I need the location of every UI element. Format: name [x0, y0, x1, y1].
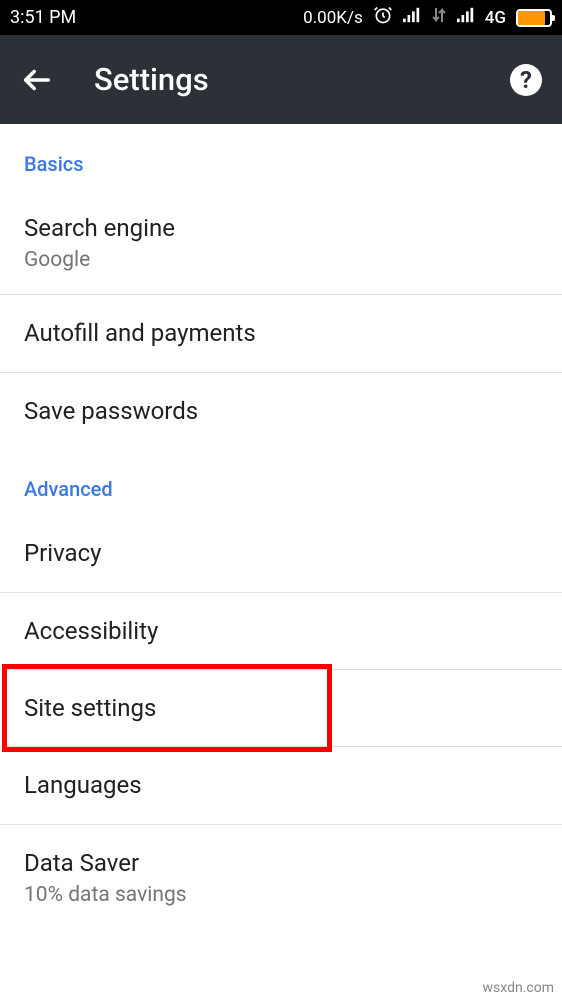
row-data-saver[interactable]: Data Saver 10% data savings — [0, 825, 562, 929]
help-icon: ? — [520, 66, 532, 94]
row-site-settings[interactable]: Site settings — [0, 670, 562, 747]
row-title: Languages — [24, 769, 538, 801]
row-languages[interactable]: Languages — [0, 747, 562, 824]
data-arrows-icon — [431, 6, 447, 29]
status-icons: 0.00K/s 4G — [303, 5, 552, 30]
row-accessibility[interactable]: Accessibility — [0, 593, 562, 670]
row-title: Data Saver — [24, 847, 538, 879]
row-title: Accessibility — [24, 615, 538, 647]
row-save-passwords[interactable]: Save passwords — [0, 373, 562, 449]
watermark: wsxdn.com — [483, 980, 554, 996]
clock-time: 3:51 PM — [10, 7, 76, 28]
row-title: Save passwords — [24, 395, 538, 427]
help-button[interactable]: ? — [510, 64, 542, 96]
row-title: Autofill and payments — [24, 317, 538, 349]
back-button[interactable] — [20, 63, 54, 97]
row-autofill-payments[interactable]: Autofill and payments — [0, 295, 562, 372]
row-title: Privacy — [24, 537, 538, 569]
page-title: Settings — [94, 61, 209, 98]
section-header-basics: Basics — [0, 124, 562, 190]
row-subtitle: Google — [24, 248, 538, 272]
row-title: Search engine — [24, 212, 538, 244]
app-bar: Settings ? — [0, 35, 562, 124]
network-speed: 0.00K/s — [303, 8, 363, 28]
network-type: 4G — [485, 8, 506, 28]
battery-icon — [516, 9, 552, 27]
signal-icon — [403, 6, 421, 29]
row-search-engine[interactable]: Search engine Google — [0, 190, 562, 295]
settings-list: Basics Search engine Google Autofill and… — [0, 124, 562, 929]
row-privacy[interactable]: Privacy — [0, 515, 562, 592]
row-title: Site settings — [24, 692, 538, 724]
section-header-advanced: Advanced — [0, 449, 562, 515]
row-subtitle: 10% data savings — [24, 883, 538, 907]
status-bar: 3:51 PM 0.00K/s 4G — [0, 0, 562, 35]
signal-icon-2 — [457, 6, 475, 29]
alarm-icon — [373, 5, 393, 30]
